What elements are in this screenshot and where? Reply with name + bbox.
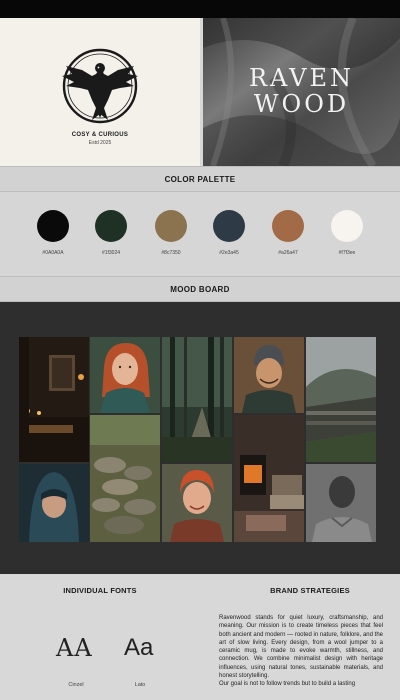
hero-section: COSY & CURIOUS Estd 2025 RAVEN WOOD [0,18,400,166]
swatch-3 [155,210,187,242]
brand-tagline: COSY & CURIOUS [71,132,129,138]
font-name-lato: Lato [134,682,146,688]
mood-heading: MOOD BOARD [0,276,400,302]
strategies-heading: BRAND STRATEGIES [270,586,350,595]
font-name-cinzel: Cinzel [68,682,84,688]
swatch-5 [272,210,304,242]
swatch-code-5: #a26a47 [278,250,298,256]
raven-logo [62,48,138,124]
brand-strategy-text: Ravenwood stands for quiet luxury, craft… [219,614,383,689]
mood-tile-woman-red [162,464,232,542]
wordmark-line-2: WOOD [253,90,350,118]
palette-section: #0A0A0A #1f3024 #8c7350 #2e3a45 #a26a47 … [0,192,400,276]
swatch-code-6: #f7f3ee [338,250,356,256]
swatch-2 [95,210,127,242]
logo-panel: COSY & CURIOUS Estd 2025 [0,18,200,166]
fabric-brand-panel: RAVEN WOOD [203,18,400,166]
swatch-1 [37,210,69,242]
mood-board-section [0,302,400,574]
bottom-section: INDIVIDUAL FONTS BRAND STRATEGIES AA Aa … [0,574,400,700]
brand-established: Estd 2025 [88,140,112,146]
mood-tile-man-beanie [234,337,304,413]
top-bar [0,0,400,18]
mood-tile-hooded [19,464,89,542]
fonts-heading: INDIVIDUAL FONTS [63,586,137,595]
mood-board-grid [19,337,376,542]
swatch-4 [213,210,245,242]
strategy-paragraph-2: Our goal is not to follow trends but to … [219,681,356,688]
font-sample-lato: Aa [124,634,154,661]
palette-heading: COLOR PALETTE [0,166,400,192]
mood-tile-man-knit [306,464,376,542]
font-sample-cinzel: AA [56,634,93,662]
swatch-code-2: #1f3024 [101,250,121,256]
mood-tile-stove [234,415,304,542]
swatch-code-4: #2e3a45 [219,250,239,256]
swatch-code-3: #8c7350 [161,250,181,256]
swatch-6 [331,210,363,242]
mood-tile-forest [162,337,232,462]
wordmark-line-1: RAVEN [248,64,355,92]
strategy-paragraph-1: Ravenwood stands for quiet luxury, craft… [219,615,383,680]
mood-tile-stones [90,415,160,542]
mood-tile-woman-scarf [90,337,160,413]
mood-tile-stone-hill [306,337,376,462]
swatch-code-1: #0A0A0A [42,250,64,256]
mood-tile-study [19,337,89,462]
